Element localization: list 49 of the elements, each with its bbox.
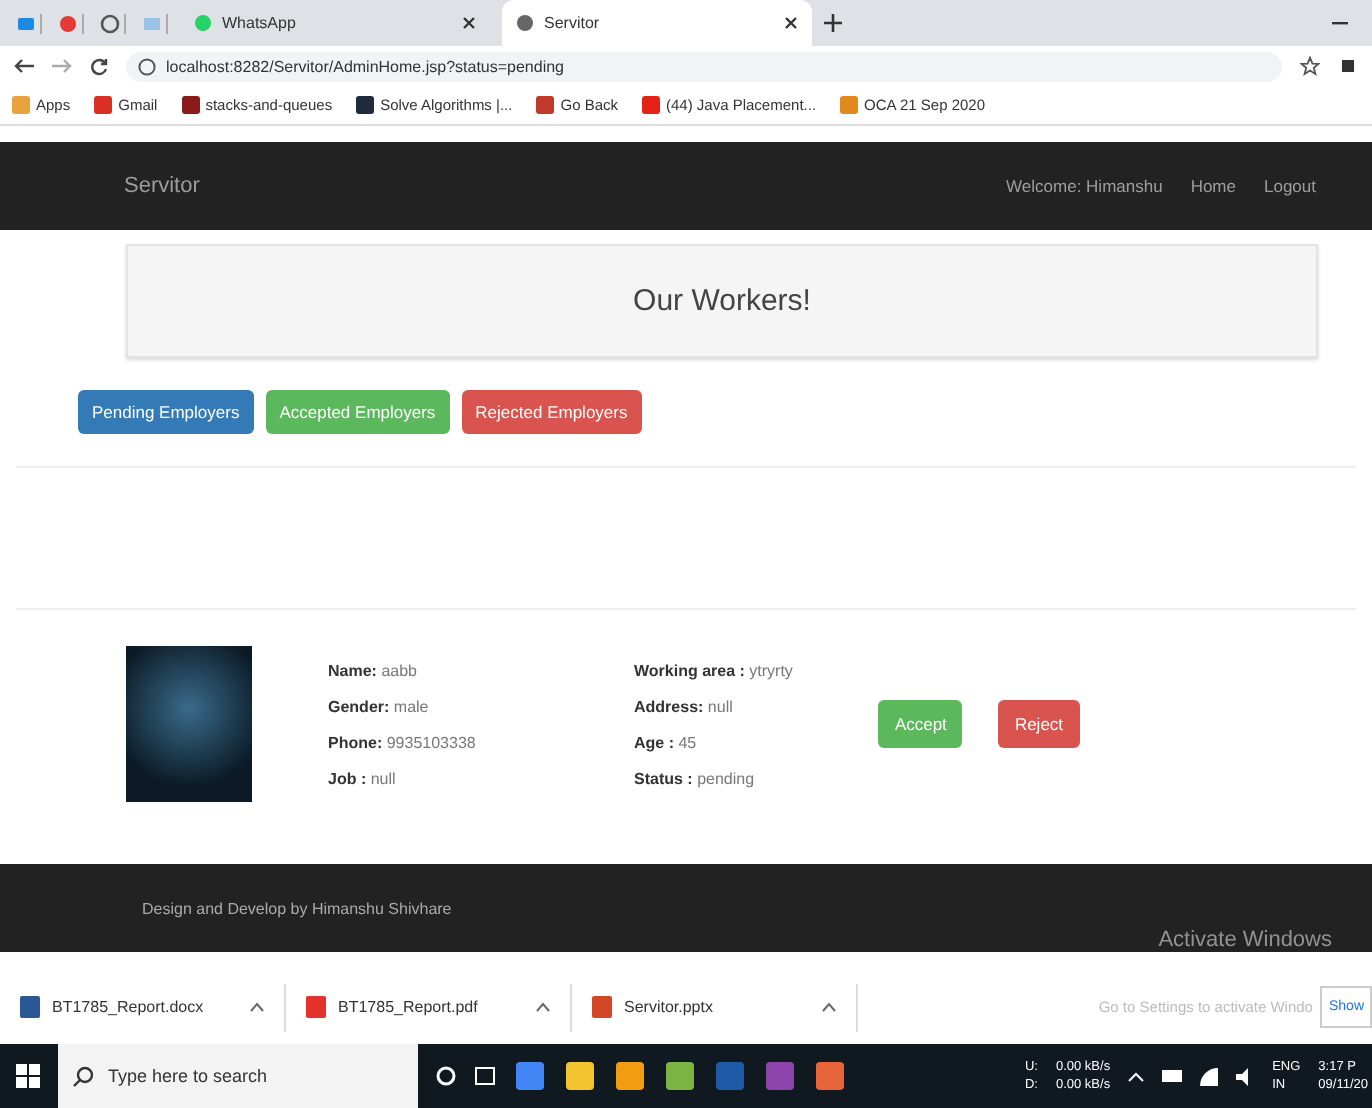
close-icon[interactable]	[462, 16, 476, 30]
cortana-icon[interactable]	[436, 1066, 456, 1086]
app-tab-icon[interactable]	[12, 13, 42, 33]
worker-detail: Gender: male	[328, 697, 431, 715]
worker-detail: Working area : ytryrty	[634, 661, 793, 679]
worker-detail: Phone: 9935103338	[328, 733, 478, 751]
app-tab-icon[interactable]	[54, 13, 84, 33]
worker-detail: Address: null	[634, 697, 735, 715]
footer-text: Design and Develop by Himanshu Shivhare	[142, 899, 452, 917]
search-icon	[72, 1065, 94, 1087]
caret-icon[interactable]	[536, 1002, 550, 1012]
taskbar-app-icon[interactable]	[514, 1060, 546, 1092]
browser-tab[interactable]: Servitor	[502, 0, 812, 46]
new-tab-icon[interactable]	[824, 14, 842, 32]
site-brand[interactable]: Servitor	[124, 174, 200, 198]
nav-link[interactable]: Logout	[1264, 176, 1316, 196]
page-heading: Our Workers!	[633, 284, 811, 318]
filter-button[interactable]: Rejected Employers	[461, 390, 642, 434]
tab-favicon-icon	[194, 14, 212, 32]
taskbar-search-field[interactable]: Type here to search	[58, 1044, 418, 1108]
back-icon[interactable]	[14, 58, 34, 74]
filter-button[interactable]: Pending Employers	[78, 390, 254, 434]
nav-link[interactable]: Welcome: Himanshu	[1006, 176, 1163, 196]
address-field[interactable]: localhost:8282/Servitor/AdminHome.jsp?status=pending	[126, 51, 1282, 81]
taskbar-app-icon[interactable]	[614, 1060, 646, 1092]
worker-detail: Name: aabb	[328, 661, 419, 679]
caret-icon[interactable]	[250, 1002, 264, 1012]
worker-detail: Age : 45	[634, 733, 699, 751]
taskbar-app-icon[interactable]	[664, 1060, 696, 1092]
download-item[interactable]: BT1785_Report.pdf	[286, 983, 572, 1031]
nav-link[interactable]: Home	[1190, 176, 1236, 196]
tray-chevron-icon[interactable]	[1128, 1071, 1145, 1081]
windows-start-icon[interactable]	[16, 1064, 40, 1088]
action-button[interactable]: Reject	[998, 700, 1080, 748]
tab-favicon-icon	[516, 14, 534, 32]
star-icon[interactable]	[1300, 56, 1320, 76]
download-item[interactable]: BT1785_Report.docx	[0, 983, 286, 1031]
worker-detail: Status : pending	[634, 769, 757, 787]
caret-icon[interactable]	[822, 1002, 836, 1012]
browser-tab[interactable]: WhatsApp	[180, 0, 490, 46]
taskbar-app-icon[interactable]	[814, 1060, 846, 1092]
download-item[interactable]: Servitor.pptx	[572, 983, 858, 1031]
worker-detail: Job : null	[328, 769, 398, 787]
close-icon[interactable]	[784, 16, 798, 30]
reload-icon[interactable]	[90, 57, 108, 75]
taskbar-app-icon[interactable]	[564, 1060, 596, 1092]
minimize-icon[interactable]	[1332, 20, 1348, 26]
task-view-icon[interactable]	[474, 1066, 496, 1086]
activation-notice: Activate Windows	[1158, 928, 1332, 952]
